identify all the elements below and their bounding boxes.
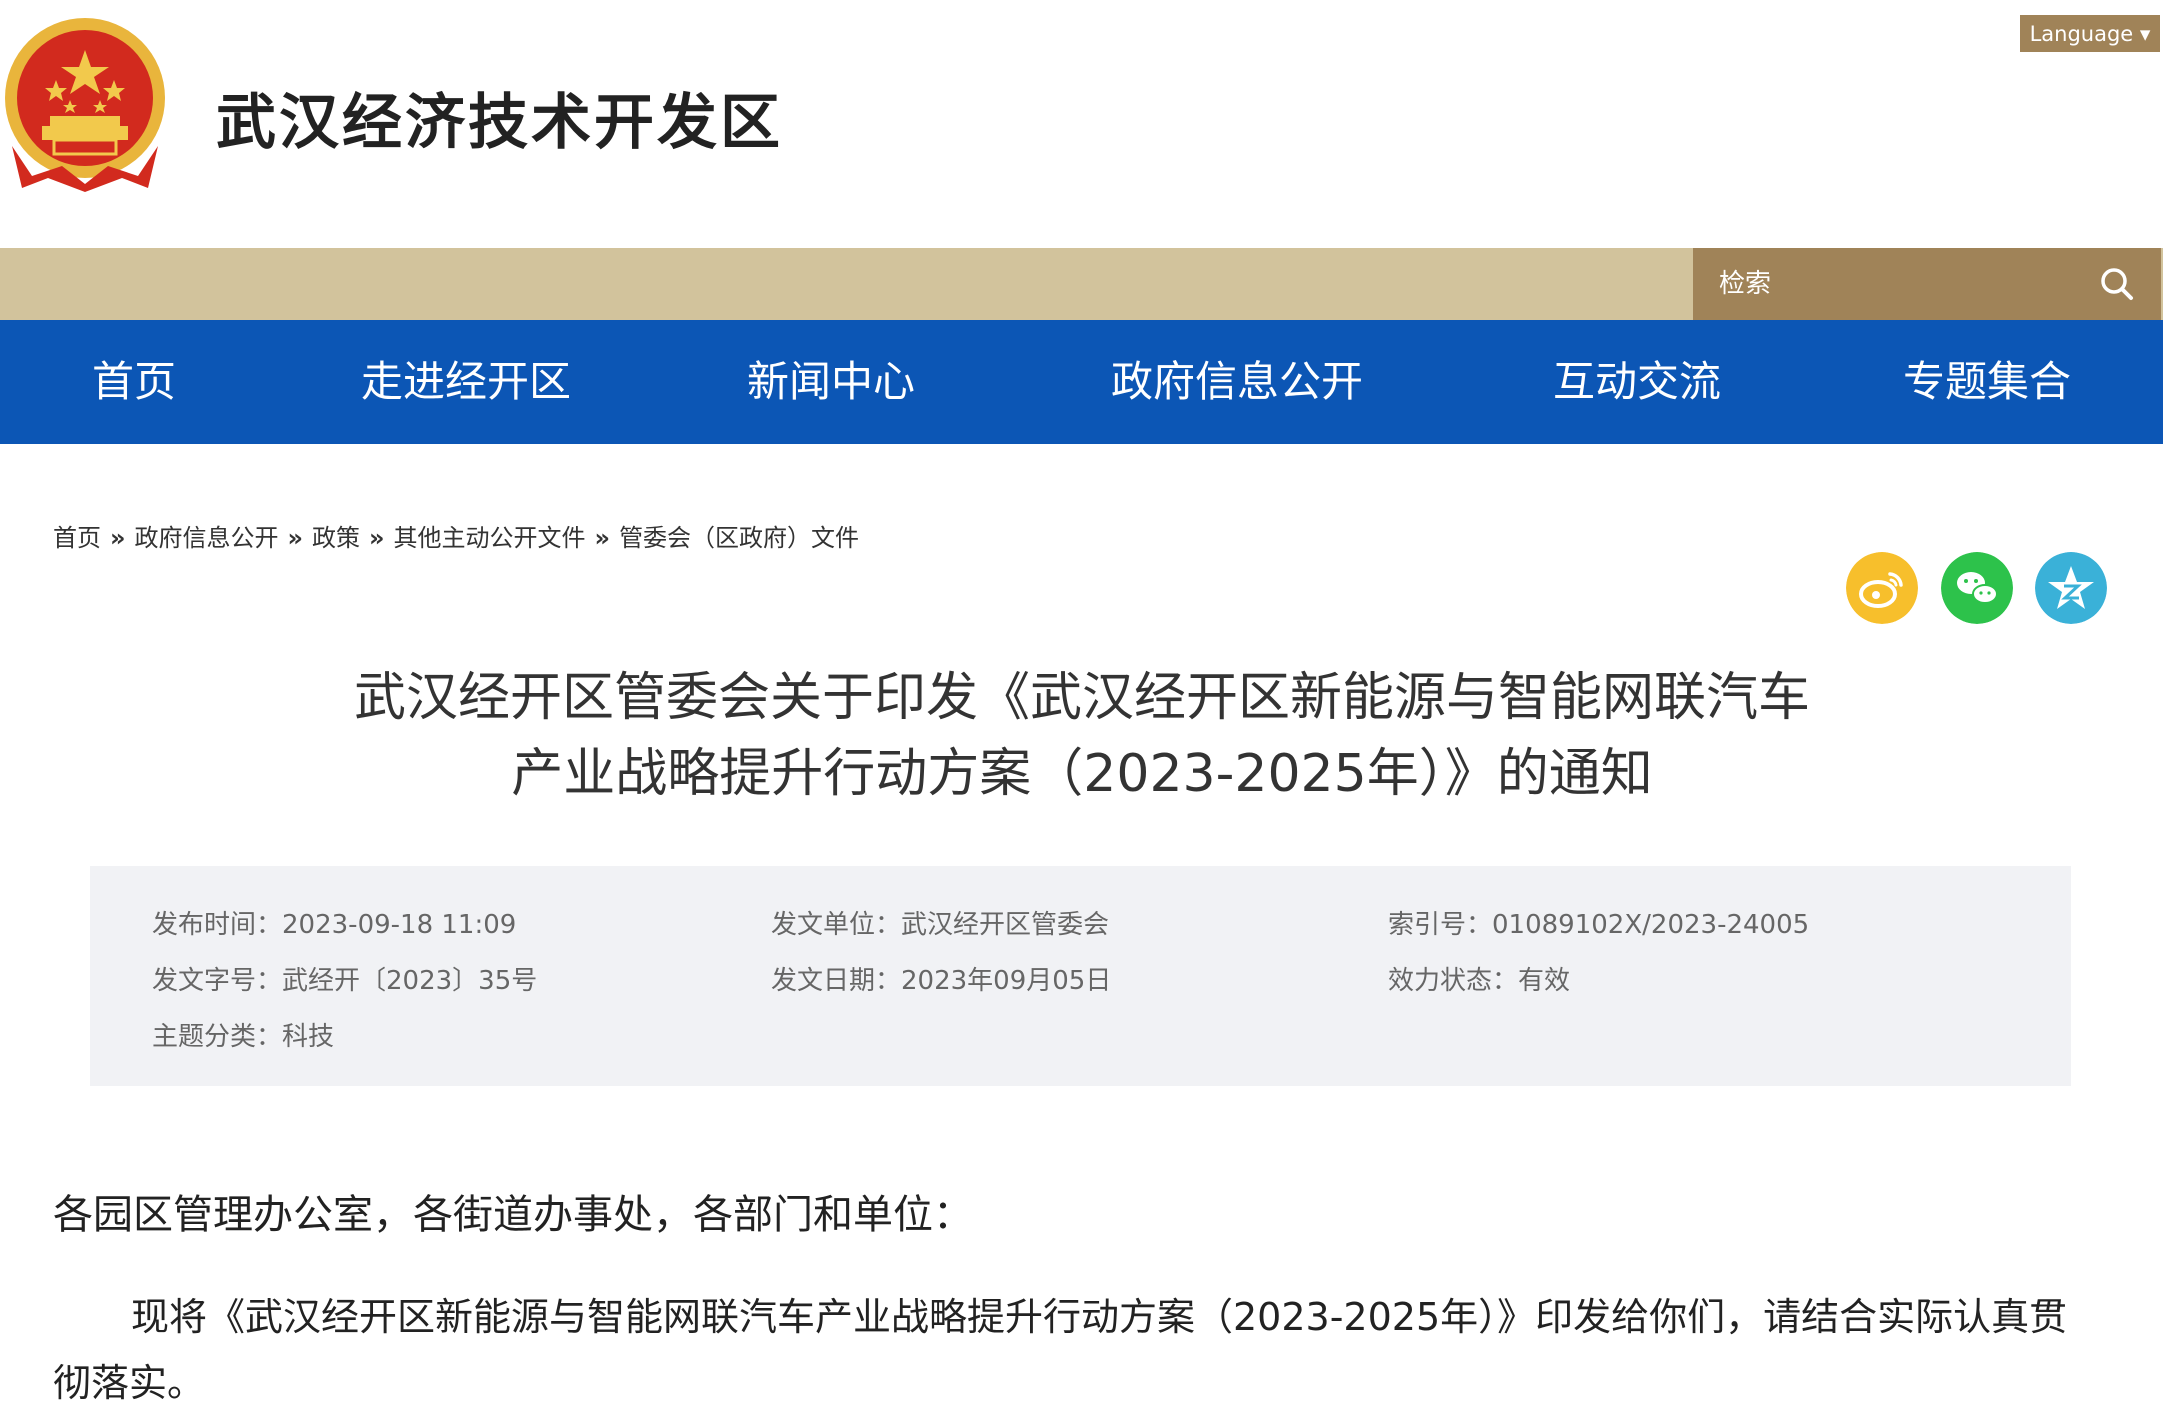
meta-issue-date: 发文日期：2023年09月05日 [771, 960, 1111, 997]
breadcrumb-separator: » [110, 524, 126, 552]
breadcrumb-item-home[interactable]: 首页 [53, 524, 101, 552]
meta-value: 2023年09月05日 [901, 966, 1112, 996]
meta-index-number: 索引号：01089102X/2023-24005 [1388, 904, 1809, 941]
meta-value: 武汉经开区管委会 [901, 910, 1110, 940]
meta-label: 效力状态： [1388, 966, 1519, 996]
national-emblem-icon [5, 18, 165, 192]
meta-label: 发布时间： [152, 910, 283, 940]
article-title-line-1: 武汉经开区管委会关于印发《武汉经开区新能源与智能网联汽车 [353, 668, 1810, 728]
meta-document-number: 发文字号：武经开〔2023〕35号 [152, 960, 537, 997]
meta-value: 01089102X/2023-24005 [1492, 910, 1810, 940]
breadcrumb-separator: » [287, 524, 304, 552]
nav-item-interaction[interactable]: 互动交流 [1553, 320, 1721, 444]
nav-item-home[interactable]: 首页 [92, 320, 176, 444]
breadcrumb: 首页 » 政府信息公开 » 政策 » 其他主动公开文件 » 管委会（区政府）文件 [53, 518, 859, 553]
breadcrumb-separator: » [594, 524, 611, 552]
weibo-icon[interactable] [1846, 552, 1918, 624]
breadcrumb-item-gov-info[interactable]: 政府信息公开 [135, 524, 279, 552]
nav-item-topics[interactable]: 专题集合 [1903, 320, 2071, 444]
site-title: 武汉经济技术开发区 [216, 88, 783, 158]
meta-label: 索引号： [1388, 910, 1493, 940]
search-box [1693, 248, 2161, 320]
breadcrumb-item-other-files[interactable]: 其他主动公开文件 [394, 524, 586, 552]
article-body: 现将《武汉经开区新能源与智能网联汽车产业战略提升行动方案（2023-2025年）… [53, 1295, 2068, 1405]
nav-item-gov-info[interactable]: 政府信息公开 [1111, 320, 1363, 444]
meta-publish-time: 发布时间：2023-09-18 11:09 [152, 904, 516, 941]
nav-item-news[interactable]: 新闻中心 [747, 320, 915, 444]
document-meta: 发布时间：2023-09-18 11:09 发文单位：武汉经开区管委会 索引号：… [90, 866, 2071, 1086]
meta-value: 有效 [1518, 966, 1571, 996]
meta-value: 科技 [282, 1022, 335, 1052]
meta-label: 主题分类： [152, 1022, 283, 1052]
meta-status: 效力状态：有效 [1388, 960, 1570, 997]
language-button[interactable]: Language ▾ [2020, 15, 2160, 52]
main-nav: 首页 走进经开区 新闻中心 政府信息公开 互动交流 专题集合 [0, 320, 2163, 444]
nav-item-about[interactable]: 走进经开区 [361, 320, 571, 444]
article-title-line-2: 产业战略提升行动方案（2023-2025年）》的通知 [511, 744, 1653, 804]
qzone-icon[interactable] [2035, 552, 2107, 624]
search-input[interactable] [1693, 248, 2083, 320]
meta-value: 武经开〔2023〕35号 [282, 966, 538, 996]
search-icon[interactable] [2097, 264, 2137, 304]
meta-issuer: 发文单位：武汉经开区管委会 [771, 904, 1109, 941]
meta-topic: 主题分类：科技 [152, 1016, 334, 1053]
breadcrumb-item-committee-files[interactable]: 管委会（区政府）文件 [619, 524, 859, 552]
wechat-icon[interactable] [1941, 552, 2013, 624]
meta-label: 发文字号： [152, 966, 283, 996]
meta-value: 2023-09-18 11:09 [282, 910, 517, 940]
site-header: 武汉经济技术开发区 Language ▾ [0, 0, 2163, 248]
meta-label: 发文单位： [771, 910, 902, 940]
article-greeting: 各园区管理办公室，各街道办事处，各部门和单位： [53, 1192, 973, 1238]
breadcrumb-separator: » [369, 524, 385, 552]
breadcrumb-item-policy[interactable]: 政策 [312, 524, 360, 552]
meta-label: 发文日期： [771, 966, 902, 996]
article-title: 武汉经开区管委会关于印发《武汉经开区新能源与智能网联汽车 产业战略提升行动方案（… [250, 660, 1914, 812]
